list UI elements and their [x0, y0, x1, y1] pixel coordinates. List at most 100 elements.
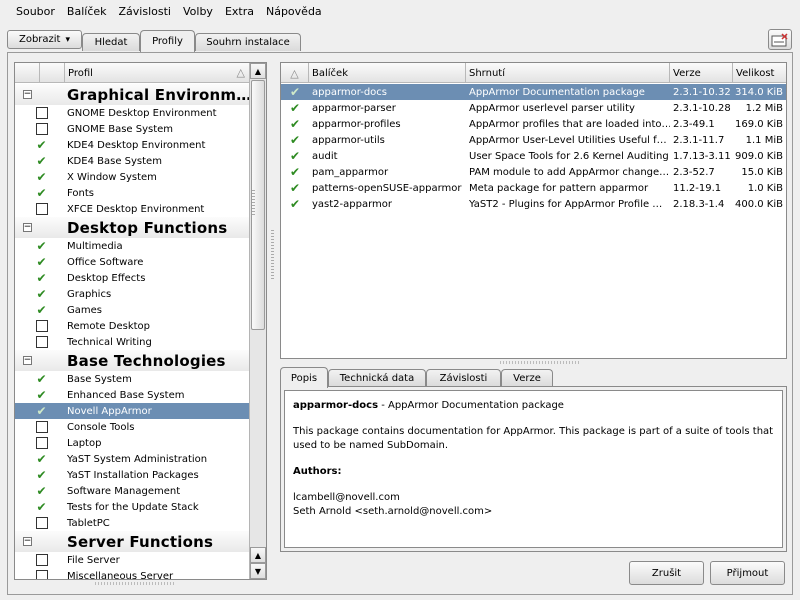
profile-category[interactable]: − Base Technologies [15, 350, 249, 371]
profile-category[interactable]: − Desktop Functions [15, 217, 249, 238]
profile-row[interactable]: ✔ Enhanced Base System [15, 387, 249, 403]
profile-row[interactable]: Technical Writing [15, 334, 249, 350]
installed-check-icon[interactable]: ✔ [290, 182, 300, 194]
collapse-icon[interactable]: − [15, 537, 40, 546]
profile-row[interactable]: Console Tools [15, 419, 249, 435]
package-row[interactable]: ✔ apparmor-profiles AppArmor profiles that… [281, 116, 786, 132]
header-profile-column[interactable]: Profil △ [65, 63, 249, 83]
profile-row[interactable]: ✔ X Window System [15, 169, 249, 185]
installed-check-icon[interactable]: ✔ [36, 256, 46, 268]
header-expand-column[interactable] [15, 63, 40, 83]
installed-check-icon[interactable]: ✔ [290, 134, 300, 146]
profile-row[interactable]: ✔ YaST System Administration [15, 451, 249, 467]
installed-check-icon[interactable]: ✔ [36, 288, 46, 300]
header-package-column[interactable]: Balíček [309, 63, 466, 83]
accept-button[interactable]: Přijmout [710, 561, 785, 585]
profile-checkbox[interactable] [35, 203, 48, 215]
package-status-cell[interactable]: ✔ [281, 148, 309, 164]
header-size-column[interactable]: Velikost [733, 63, 786, 83]
collapse-icon[interactable]: − [15, 356, 40, 365]
installed-check-icon[interactable]: ✔ [36, 453, 46, 465]
close-tab-button[interactable] [768, 29, 792, 50]
collapse-minus-icon[interactable]: − [23, 90, 32, 99]
package-row[interactable]: ✔ apparmor-parser AppArmor userlevel parse… [281, 100, 786, 116]
menu-options[interactable]: Volby [177, 0, 219, 24]
installed-check-icon[interactable]: ✔ [290, 198, 300, 210]
header-version-column[interactable]: Verze [670, 63, 733, 83]
tab-search[interactable]: Hledat [82, 33, 140, 51]
profile-row[interactable]: ✔ KDE4 Base System [15, 153, 249, 169]
installed-check-icon[interactable]: ✔ [36, 485, 46, 497]
installed-check-icon[interactable]: ✔ [36, 405, 46, 417]
installed-check-icon[interactable]: ✔ [36, 389, 46, 401]
package-row[interactable]: ✔ pam_apparmor PAM module to add AppArmor … [281, 164, 786, 180]
profile-checkbox[interactable] [35, 107, 48, 119]
profile-checkbox[interactable] [35, 570, 48, 579]
profile-row[interactable]: GNOME Base System [15, 121, 249, 137]
package-row[interactable]: ✔ audit User Space Tools for 2.6 Kernel Au… [281, 148, 786, 164]
package-status-cell[interactable]: ✔ [281, 116, 309, 132]
view-button[interactable]: Zobrazit ▾ [7, 30, 82, 49]
profile-row[interactable]: XFCE Desktop Environment [15, 201, 249, 217]
package-status-cell[interactable]: ✔ [281, 100, 309, 116]
installed-check-icon[interactable]: ✔ [290, 86, 300, 98]
profile-row[interactable]: ✔ Desktop Effects [15, 270, 249, 286]
installed-check-icon[interactable]: ✔ [36, 501, 46, 513]
scroll-up-icon-bottom[interactable]: ▲ [250, 547, 266, 563]
profile-row[interactable]: ✔ Multimedia [15, 238, 249, 254]
installed-check-icon[interactable]: ✔ [36, 139, 46, 151]
profile-row[interactable]: ✔ Fonts [15, 185, 249, 201]
menu-extra[interactable]: Extra [219, 0, 260, 24]
menu-dependencies[interactable]: Závislosti [113, 0, 177, 24]
packages-table[interactable]: △ Balíček Shrnutí Verze Velikost ✔ apparm… [280, 62, 787, 359]
installed-check-icon[interactable]: ✔ [290, 166, 300, 178]
profile-row[interactable]: File Server [15, 552, 249, 568]
cancel-button[interactable]: Zrušit [629, 561, 704, 585]
package-status-cell[interactable]: ✔ [281, 164, 309, 180]
profile-row[interactable]: ✔ Office Software [15, 254, 249, 270]
package-row[interactable]: ✔ patterns-openSUSE-apparmor Meta package … [281, 180, 786, 196]
collapse-minus-icon[interactable]: − [23, 537, 32, 546]
profile-row[interactable]: ✔ Novell AppArmor [15, 403, 249, 419]
installed-check-icon[interactable]: ✔ [36, 373, 46, 385]
profile-checkbox[interactable] [35, 421, 48, 433]
installed-check-icon[interactable]: ✔ [36, 240, 46, 252]
menu-help[interactable]: Nápověda [260, 0, 328, 24]
profile-row[interactable]: TabletPC [15, 515, 249, 531]
profile-category[interactable]: − Server Functions [15, 531, 249, 552]
profile-row[interactable]: ✔ Graphics [15, 286, 249, 302]
package-status-cell[interactable]: ✔ [281, 180, 309, 196]
profile-row[interactable]: ✔ Games [15, 302, 249, 318]
package-row[interactable]: ✔ apparmor-docs AppArmor Documentation pac… [281, 84, 786, 100]
profile-row[interactable]: ✔ YaST Installation Packages [15, 467, 249, 483]
scroll-down-icon[interactable]: ▼ [250, 563, 266, 579]
profile-row[interactable]: ✔ Software Management [15, 483, 249, 499]
profile-row[interactable]: ✔ Tests for the Update Stack [15, 499, 249, 515]
installed-check-icon[interactable]: ✔ [36, 304, 46, 316]
profiles-list[interactable]: Profil △ − Graphical Environm… GNOME Deskt… [14, 62, 267, 580]
tab-description[interactable]: Popis [280, 367, 328, 388]
header-summary-column[interactable]: Shrnutí [466, 63, 670, 83]
profile-checkbox[interactable] [35, 437, 48, 449]
installed-check-icon[interactable]: ✔ [290, 150, 300, 162]
installed-check-icon[interactable]: ✔ [36, 272, 46, 284]
tab-technical-data[interactable]: Technická data [328, 369, 426, 387]
profile-checkbox[interactable] [35, 320, 48, 332]
package-row[interactable]: ✔ yast2-apparmor YaST2 - Plugins for AppAr… [281, 196, 786, 212]
menu-file[interactable]: Soubor [10, 0, 61, 24]
header-status-column-pkg[interactable]: △ [281, 63, 309, 83]
installed-check-icon[interactable]: ✔ [36, 155, 46, 167]
resize-grip-table[interactable] [500, 361, 580, 364]
tab-versions[interactable]: Verze [501, 369, 553, 387]
resize-grip-bottom[interactable] [95, 582, 175, 585]
profile-row[interactable]: Miscellaneous Server [15, 568, 249, 579]
collapse-minus-icon[interactable]: − [23, 356, 32, 365]
installed-check-icon[interactable]: ✔ [36, 469, 46, 481]
profile-checkbox[interactable] [35, 123, 48, 135]
collapse-icon[interactable]: − [15, 90, 40, 99]
profile-checkbox[interactable] [35, 517, 48, 529]
profile-row[interactable]: ✔ KDE4 Desktop Environment [15, 137, 249, 153]
tab-install-summary[interactable]: Souhrn instalace [195, 33, 301, 51]
installed-check-icon[interactable]: ✔ [290, 118, 300, 130]
package-row[interactable]: ✔ apparmor-utils AppArmor User-Level Utili… [281, 132, 786, 148]
